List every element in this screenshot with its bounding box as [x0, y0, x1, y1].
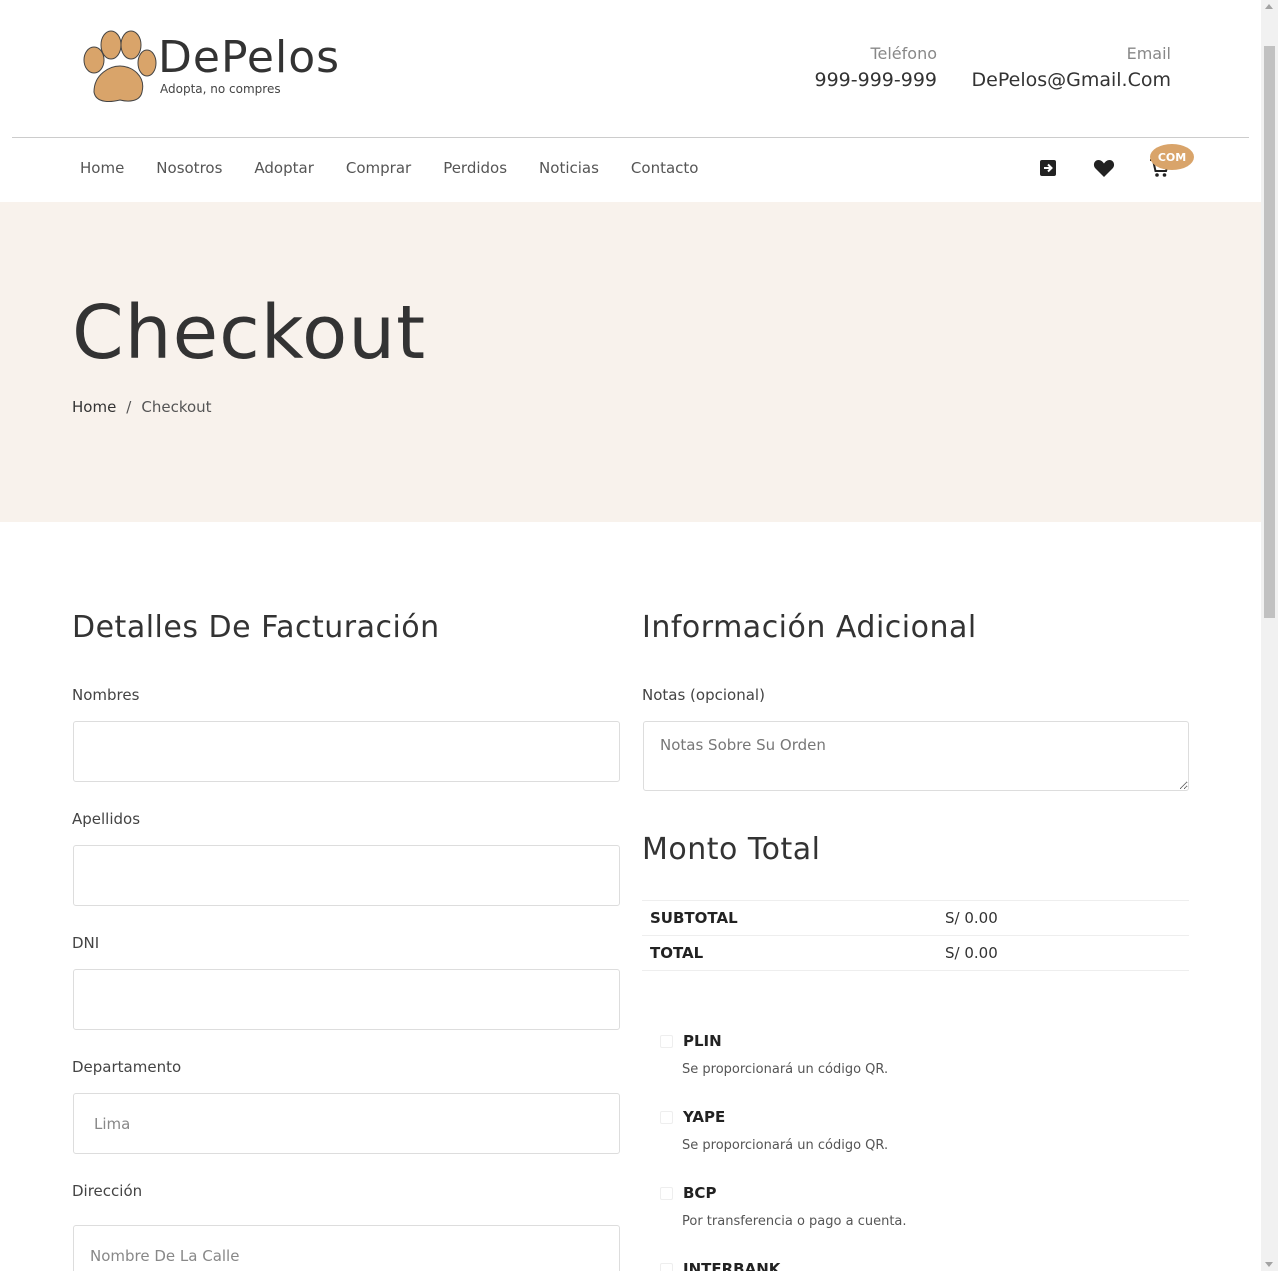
nav-perdidos[interactable]: Perdidos [427, 156, 523, 180]
bcp-description: Por transferencia o pago a cuenta. [682, 1214, 907, 1229]
nav-comprar[interactable]: Comprar [330, 156, 427, 180]
nav-contacto[interactable]: Contacto [615, 156, 715, 180]
yape-checkbox[interactable] [660, 1110, 673, 1124]
plin-description: Se proporcionará un código QR. [682, 1062, 889, 1077]
brand-name: DePelos [158, 32, 341, 83]
payment-option-bcp: BCP Por transferencia o pago a cuenta. [660, 1184, 907, 1229]
total-title: Monto Total [642, 832, 821, 867]
subtotal-row: SUBTOTAL S/ 0.00 [642, 900, 1189, 936]
nav-icons: COM [1036, 144, 1194, 180]
additional-title: Información Adicional [642, 610, 977, 645]
interbank-checkbox[interactable] [660, 1262, 673, 1271]
notes-label: Notas (opcional) [642, 686, 765, 704]
apellidos-label: Apellidos [72, 810, 141, 828]
total-value: S/ 0.00 [945, 944, 998, 962]
scrollbar-thumb[interactable] [1264, 46, 1275, 618]
contact-email: Email DePelos@Gmail.Com [972, 44, 1171, 91]
notes-textarea[interactable] [643, 721, 1189, 791]
breadcrumb-separator: / [126, 398, 132, 416]
departamento-label: Departamento [72, 1058, 182, 1076]
header-divider [12, 137, 1249, 138]
logo[interactable]: DePelos Adopta, no compres [80, 30, 340, 110]
phone-label: Teléfono [870, 44, 937, 63]
email-label: Email [1126, 44, 1171, 63]
login-icon[interactable] [1036, 156, 1060, 180]
cart-icon[interactable]: COM [1148, 144, 1194, 180]
total-label: TOTAL [650, 944, 704, 962]
page-scrollbar[interactable] [1261, 0, 1278, 1271]
totals-table: SUBTOTAL S/ 0.00 TOTAL S/ 0.00 [642, 900, 1189, 971]
nombres-label: Nombres [72, 686, 140, 704]
nav-nosotros[interactable]: Nosotros [140, 156, 238, 180]
plin-checkbox[interactable] [660, 1034, 673, 1048]
cart-badge: COM [1150, 144, 1194, 170]
nombres-input[interactable] [73, 721, 620, 782]
main-nav: Home Nosotros Adoptar Comprar Perdidos N… [64, 156, 714, 180]
phone-value: 999-999-999 [814, 69, 937, 91]
brand-tagline: Adopta, no compres [160, 82, 281, 96]
breadcrumb-home[interactable]: Home [72, 398, 116, 416]
paw-logo-icon [83, 30, 157, 103]
payment-option-interbank: INTERBANK [660, 1260, 780, 1271]
nav-adoptar[interactable]: Adoptar [238, 156, 329, 180]
apellidos-input[interactable] [73, 845, 620, 906]
page-title: Checkout [72, 290, 427, 376]
subtotal-label: SUBTOTAL [650, 909, 738, 927]
dni-label: DNI [72, 934, 100, 952]
scroll-down-arrow-icon[interactable] [1265, 1262, 1273, 1267]
email-value: DePelos@Gmail.Com [971, 69, 1171, 91]
direccion-input[interactable] [73, 1225, 620, 1271]
breadcrumb-current: Checkout [141, 398, 212, 416]
departamento-input[interactable] [73, 1093, 620, 1154]
site-header: DePelos Adopta, no compres Teléfono 999-… [0, 0, 1261, 202]
interbank-label[interactable]: INTERBANK [683, 1260, 780, 1271]
dni-input[interactable] [73, 969, 620, 1030]
nav-noticias[interactable]: Noticias [523, 156, 615, 180]
scroll-up-arrow-icon[interactable] [1265, 4, 1273, 9]
bcp-checkbox[interactable] [660, 1186, 673, 1200]
subtotal-value: S/ 0.00 [945, 909, 998, 927]
billing-title: Detalles De Facturación [72, 610, 440, 645]
total-row: TOTAL S/ 0.00 [642, 935, 1189, 971]
yape-description: Se proporcionará un código QR. [682, 1138, 889, 1153]
contact-phone: Teléfono 999-999-999 [814, 44, 937, 91]
page-hero: Checkout Home / Checkout [0, 202, 1261, 522]
plin-label[interactable]: PLIN [683, 1032, 722, 1050]
nav-home[interactable]: Home [64, 156, 140, 180]
payment-option-yape: YAPE Se proporcionará un código QR. [660, 1108, 888, 1153]
payment-option-plin: PLIN Se proporcionará un código QR. [660, 1032, 888, 1077]
heart-icon[interactable] [1092, 156, 1116, 180]
direccion-label: Dirección [72, 1182, 143, 1200]
bcp-label[interactable]: BCP [683, 1184, 716, 1202]
yape-label[interactable]: YAPE [683, 1108, 725, 1126]
breadcrumb: Home / Checkout [72, 398, 212, 416]
